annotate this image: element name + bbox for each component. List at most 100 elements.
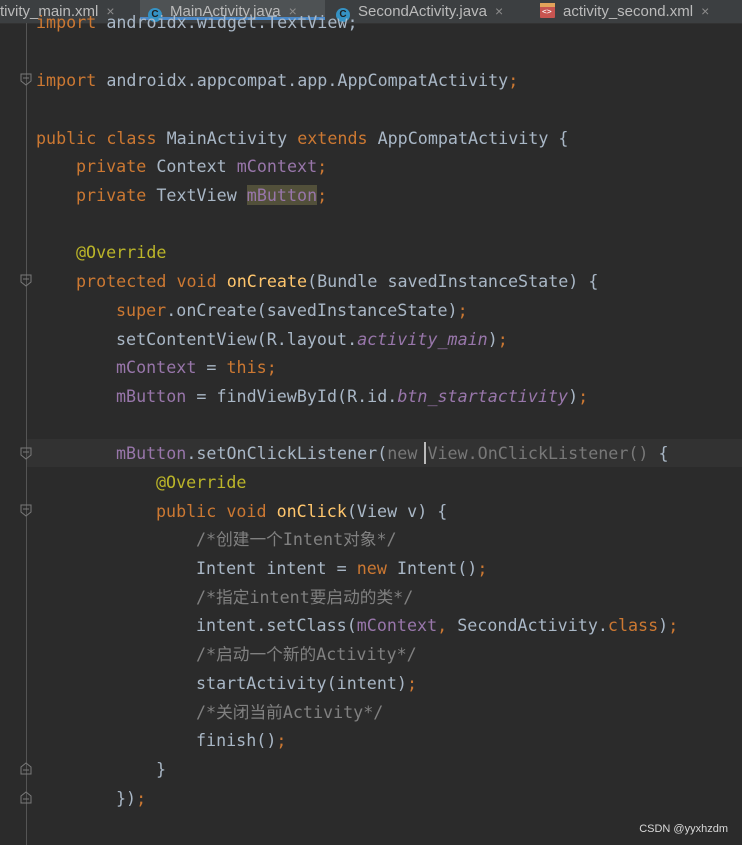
code-token: protected void — [76, 271, 227, 291]
code-token: AppCompatActivity { — [377, 128, 569, 148]
code-line: mContext = this; — [116, 353, 277, 381]
code-token: import — [36, 70, 107, 90]
code-token: private — [76, 185, 157, 205]
code-line: private Context mContext; — [76, 152, 327, 180]
code-line: import androidx.appcompat.app.AppCompatA… — [36, 66, 518, 94]
code-line: protected void onCreate(Bundle savedInst… — [76, 267, 598, 295]
code-token: ) — [487, 329, 498, 349]
code-token: new — [356, 558, 397, 578]
code-token: ; — [276, 730, 287, 750]
code-comment: /*创建一个Intent对象*/ — [196, 529, 397, 549]
code-token: }) — [116, 788, 137, 808]
code-token: ; — [508, 70, 519, 90]
code-line: startActivity(intent); — [196, 669, 417, 697]
code-line: /*关闭当前Activity*/ — [196, 698, 383, 726]
code-token: = findViewById(R.id. — [186, 386, 398, 406]
fold-marker-icon[interactable] — [20, 447, 32, 460]
code-token: ; — [497, 329, 508, 349]
code-line: } — [156, 755, 166, 783]
code-line: mButton = findViewById(R.id.btn_startact… — [116, 382, 588, 410]
code-token: .setOnClickListener( — [186, 443, 388, 463]
code-comment: /*启动一个新的Activity*/ — [196, 644, 417, 664]
code-token: ; — [457, 300, 468, 320]
code-token: , — [437, 615, 458, 635]
code-token: .onCreate(savedInstanceState) — [166, 300, 458, 320]
code-line: @Override — [76, 238, 166, 266]
code-token: onClick — [276, 501, 347, 521]
code-token: View.OnClickListener() — [427, 443, 659, 463]
fold-marker-icon[interactable] — [20, 73, 32, 86]
watermark: CSDN @yyxhzdm — [639, 823, 728, 835]
code-token: super — [116, 300, 167, 320]
gutter-separator — [26, 23, 27, 845]
code-token: androidx.widget.TextView; — [106, 12, 358, 32]
code-token: ; — [266, 357, 277, 377]
code-line: public void onClick(View v) { — [156, 497, 447, 525]
code-token: onCreate — [226, 271, 308, 291]
code-line: intent.setClass(mContext, SecondActivity… — [196, 611, 678, 639]
code-line: setContentView(R.layout.activity_main); — [116, 325, 508, 353]
code-line: finish(); — [196, 726, 286, 754]
code-token: (View v) { — [346, 501, 448, 521]
code-token: startActivity(intent) — [196, 673, 407, 693]
code-token: mButton — [246, 185, 318, 205]
code-token: btn_startactivity — [397, 386, 569, 406]
code-token: ; — [136, 788, 147, 808]
code-comment: /*指定intent要启动的类*/ — [196, 587, 414, 607]
code-token: ; — [578, 386, 589, 406]
code-token: ; — [477, 558, 488, 578]
code-token: intent.setClass( — [196, 615, 357, 635]
code-token: } — [156, 759, 167, 779]
code-line: /*启动一个新的Activity*/ — [196, 640, 417, 668]
code-token: TextView — [156, 185, 247, 205]
code-line: super.onCreate(savedInstanceState); — [116, 296, 468, 324]
code-token: mButton — [116, 386, 187, 406]
code-token: mContext — [356, 615, 438, 635]
code-token: extends — [297, 128, 378, 148]
code-token: ; — [317, 156, 328, 176]
code-token: (Bundle savedInstanceState) { — [307, 271, 599, 291]
code-token: androidx.appcompat.app.AppCompatActivity — [106, 70, 509, 90]
code-token: SecondActivity. — [457, 615, 608, 635]
fold-end-marker-icon[interactable] — [20, 762, 32, 775]
code-token: Intent() — [396, 558, 478, 578]
code-token: Intent intent = — [196, 558, 357, 578]
code-line: mButton.setOnClickListener(new View.OnCl… — [116, 439, 669, 467]
code-token: mButton — [116, 443, 187, 463]
code-token: class — [607, 615, 659, 635]
code-line: @Override — [156, 468, 246, 496]
code-line: import androidx.widget.TextView; — [36, 8, 358, 36]
code-token: private — [76, 156, 157, 176]
code-line: }); — [116, 784, 146, 812]
code-line: Intent intent = new Intent(); — [196, 554, 487, 582]
code-token: activity_main — [357, 329, 488, 349]
code-line: /*创建一个Intent对象*/ — [196, 525, 397, 553]
code-token: ; — [668, 615, 679, 635]
code-token: MainActivity — [166, 128, 298, 148]
code-token: setContentView(R.layout. — [116, 329, 358, 349]
code-token: public class — [36, 128, 167, 148]
code-token: ) — [568, 386, 579, 406]
code-line: private TextView mButton; — [76, 181, 327, 209]
code-token: ; — [406, 673, 418, 693]
code-token: public void — [156, 501, 277, 521]
fold-end-marker-icon[interactable] — [20, 791, 32, 804]
code-token: finish() — [196, 730, 277, 750]
code-token: Context — [156, 156, 237, 176]
code-token: ; — [317, 185, 328, 205]
code-token: = — [196, 357, 227, 377]
text-caret — [424, 442, 426, 464]
code-token: @Override — [76, 242, 167, 262]
code-token: { — [658, 443, 669, 463]
code-token: this — [226, 357, 267, 377]
code-token: import — [36, 12, 107, 32]
code-token: mContext — [236, 156, 318, 176]
code-editor[interactable]: import androidx.widget.TextView; import … — [36, 0, 742, 845]
code-comment: /*关闭当前Activity*/ — [196, 702, 384, 722]
fold-marker-icon[interactable] — [20, 274, 32, 287]
code-line: public class MainActivity extends AppCom… — [36, 124, 568, 152]
code-token: @Override — [156, 472, 247, 492]
code-token: mContext — [116, 357, 197, 377]
code-line: /*指定intent要启动的类*/ — [196, 583, 413, 611]
fold-marker-icon[interactable] — [20, 504, 32, 517]
